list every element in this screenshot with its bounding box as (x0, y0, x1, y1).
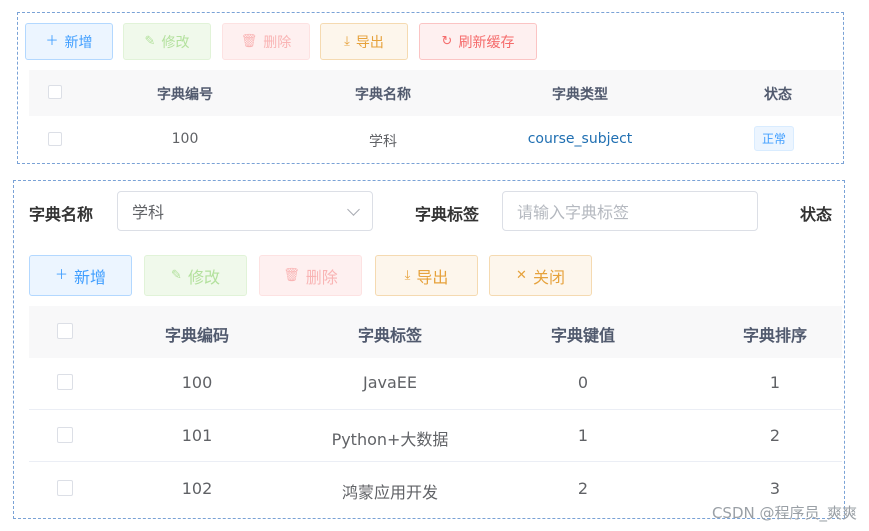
download-icon: ⤓ (404, 268, 411, 283)
dict-label-label: 字典标签 (415, 205, 480, 224)
close-button-label: 关闭 (532, 267, 565, 287)
row-checkbox[interactable] (57, 427, 73, 443)
column-header-dict-sort: 字典排序 (742, 326, 808, 345)
cell-dict-code: 102 (181, 479, 213, 498)
row-checkbox[interactable] (57, 374, 73, 390)
download-icon: ⤓ (344, 34, 350, 49)
refresh-icon: ↻ (441, 34, 453, 49)
cell-dict-label: Python+大数据 (331, 430, 449, 449)
column-header-dict-type: 字典类型 (552, 87, 608, 103)
add-data-button-label: 新增 (74, 267, 107, 287)
cell-dict-code: 100 (181, 373, 213, 392)
column-header-dict-label: 字典标签 (357, 326, 423, 345)
export-data-button[interactable]: ⤓ 导出 (375, 255, 478, 296)
edit-icon: ✎ (171, 268, 182, 283)
dict-type-link[interactable]: course_subject (528, 131, 633, 147)
dict-label-placeholder: 请输入字典标签 (517, 203, 630, 222)
delete-button[interactable]: 🗑 删除 (222, 23, 310, 60)
cell-dict-sort: 3 (769, 479, 781, 498)
row-checkbox[interactable] (48, 132, 62, 146)
row-divider (29, 461, 842, 462)
watermark: CSDN @程序员_爽爽 (711, 504, 857, 522)
dict-data-table-header (29, 306, 842, 358)
plus-icon: ＋ (45, 34, 59, 49)
dict-name-label: 字典名称 (29, 205, 94, 224)
row-divider (29, 409, 842, 410)
cell-dict-label: 鸿蒙应用开发 (341, 483, 439, 502)
dict-name-select-value: 学科 (132, 203, 165, 222)
delete-data-button[interactable]: 🗑 删除 (259, 255, 362, 296)
dict-label-input[interactable]: 请输入字典标签 (502, 191, 758, 231)
trash-icon: 🗑 (240, 34, 258, 49)
plus-icon: ＋ (54, 268, 68, 283)
trash-icon: 🗑 (283, 268, 300, 283)
export-button-label: 导出 (355, 34, 384, 51)
close-icon: ✕ (516, 268, 527, 283)
column-header-dict-id: 字典编号 (157, 87, 213, 103)
delete-button-label: 删除 (263, 34, 292, 51)
add-data-button[interactable]: ＋ 新增 (29, 255, 132, 296)
export-data-button-label: 导出 (416, 267, 449, 287)
status-badge: 正常 (754, 126, 795, 151)
edit-button-label: 修改 (161, 34, 190, 51)
edit-data-button[interactable]: ✎ 修改 (144, 255, 247, 296)
cell-dict-value: 1 (577, 426, 589, 445)
dict-name-select[interactable]: 学科 (117, 191, 373, 231)
column-header-dict-value: 字典键值 (550, 326, 616, 345)
edit-button[interactable]: ✎ 修改 (123, 23, 211, 60)
dict-type-table-header (29, 70, 842, 116)
chevron-down-icon (347, 203, 360, 216)
cell-dict-code: 101 (181, 426, 213, 445)
edit-icon: ✎ (144, 34, 156, 49)
row-checkbox[interactable] (57, 480, 73, 496)
column-header-status: 状态 (764, 87, 792, 103)
add-button[interactable]: ＋ 新增 (25, 23, 113, 60)
cell-dict-value: 2 (577, 479, 589, 498)
cell-dict-id: 100 (171, 131, 199, 147)
add-button-label: 新增 (64, 34, 93, 51)
cell-dict-name: 学科 (369, 134, 397, 150)
export-button[interactable]: ⤓ 导出 (320, 23, 408, 60)
refresh-cache-button-label: 刷新缓存 (458, 34, 515, 51)
status-filter-label: 状态 (800, 205, 833, 224)
select-all-checkbox[interactable] (48, 85, 62, 99)
cell-dict-label: JavaEE (362, 373, 418, 392)
cell-dict-sort: 1 (769, 373, 781, 392)
column-header-dict-name: 字典名称 (355, 87, 411, 103)
select-all-checkbox[interactable] (57, 323, 73, 339)
refresh-cache-button[interactable]: ↻ 刷新缓存 (419, 23, 537, 60)
close-button[interactable]: ✕ 关闭 (489, 255, 592, 296)
edit-data-button-label: 修改 (187, 267, 220, 287)
cell-dict-value: 0 (577, 373, 589, 392)
delete-data-button-label: 删除 (305, 267, 338, 287)
column-header-dict-code: 字典编码 (164, 326, 230, 345)
cell-dict-sort: 2 (769, 426, 781, 445)
